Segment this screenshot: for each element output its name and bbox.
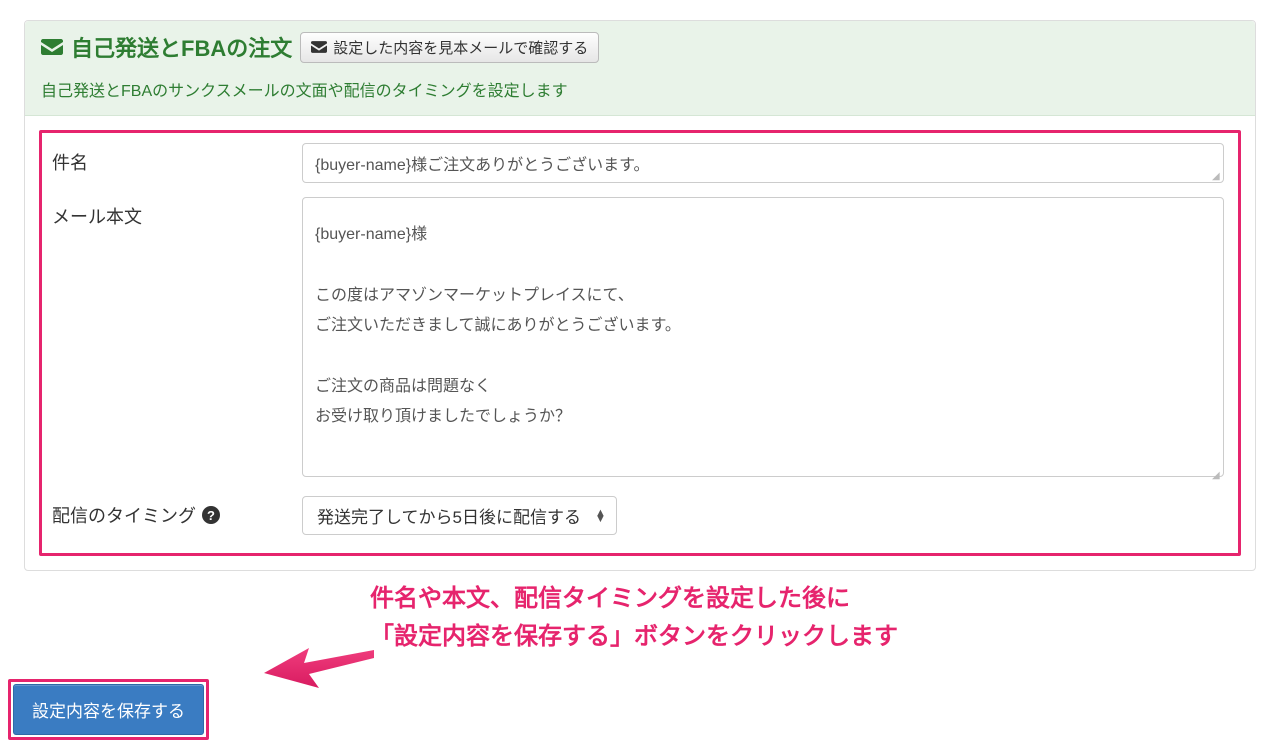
timing-select[interactable]: 発送完了してから5日後に配信する ▲▼: [302, 496, 617, 535]
save-settings-button[interactable]: 設定内容を保存する: [13, 684, 204, 735]
panel-header: 自己発送とFBAの注文 設定した内容を見本メールで確認する 自己発送とFBAのサ…: [25, 21, 1255, 116]
body-label: メール本文: [52, 197, 302, 229]
save-button-highlight: 設定内容を保存する: [8, 679, 209, 740]
save-button-label: 設定内容を保存する: [32, 702, 185, 721]
panel-title: 自己発送とFBAの注文: [41, 31, 292, 63]
arrow-icon: [264, 638, 374, 688]
timing-label: 配信のタイミング ?: [52, 496, 302, 528]
help-icon[interactable]: ?: [202, 506, 220, 524]
confirm-sample-mail-button[interactable]: 設定した内容を見本メールで確認する: [300, 32, 599, 63]
subject-label: 件名: [52, 143, 302, 175]
instruction-annotation: 件名や本文、配信タイミングを設定した後に 「設定内容を保存する」ボタンをクリック…: [370, 580, 898, 657]
envelope-icon: [41, 39, 63, 55]
mail-body-textarea[interactable]: [302, 197, 1224, 477]
highlight-box: 件名 ◢ メール本文 ◢ 配信のタイミング ?: [39, 130, 1241, 556]
settings-panel: 自己発送とFBAの注文 設定した内容を見本メールで確認する 自己発送とFBAのサ…: [24, 20, 1256, 571]
timing-select-value: 発送完了してから5日後に配信する: [317, 503, 581, 528]
instruction-line1: 件名や本文、配信タイミングを設定した後に: [370, 580, 898, 618]
timing-label-text: 配信のタイミング: [52, 502, 196, 528]
subject-input[interactable]: [302, 143, 1224, 183]
instruction-line2: 「設定内容を保存する」ボタンをクリックします: [370, 618, 898, 656]
confirm-button-label: 設定した内容を見本メールで確認する: [333, 37, 588, 58]
panel-body: 件名 ◢ メール本文 ◢ 配信のタイミング ?: [25, 116, 1255, 570]
panel-title-text: 自己発送とFBAの注文: [71, 31, 292, 63]
envelope-small-icon: [311, 41, 327, 53]
panel-subtitle: 自己発送とFBAのサンクスメールの文面や配信のタイミングを設定します: [41, 77, 1239, 101]
select-caret-icon: ▲▼: [595, 510, 606, 522]
